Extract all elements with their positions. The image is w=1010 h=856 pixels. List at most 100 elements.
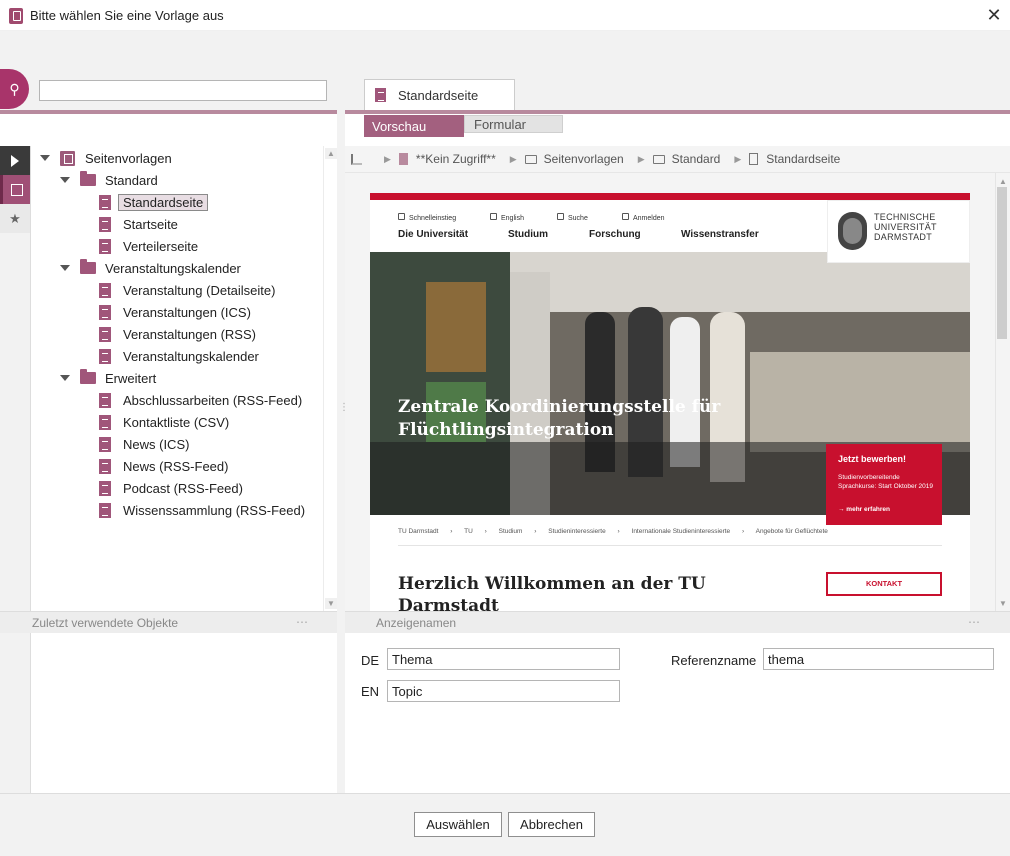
scroll-down-icon[interactable]: ▼: [997, 598, 1009, 609]
tree-item-verteilerseite[interactable]: Verteilerseite: [99, 236, 198, 256]
site-crumb[interactable]: Studieninteressierte: [548, 528, 605, 535]
app-icon: [9, 8, 23, 24]
select-button[interactable]: Auswählen: [414, 812, 502, 837]
apply-teaser[interactable]: Jetzt bewerben! Studienvorbereitende Spr…: [826, 444, 942, 525]
breadcrumb-separator: ▶: [509, 153, 517, 164]
scroll-down-icon[interactable]: ▼: [325, 598, 337, 609]
tree-item-news-rss[interactable]: News (RSS-Feed): [99, 456, 228, 476]
page-template-icon: [99, 348, 111, 364]
search-input[interactable]: [39, 80, 327, 101]
recent-objects-list: [30, 633, 337, 793]
tree-item-label: Verteilerseite: [123, 238, 199, 254]
page-template-icon: [99, 194, 111, 210]
expand-icon[interactable]: [60, 265, 70, 271]
breadcrumb-separator: ▶: [384, 153, 391, 164]
scroll-up-icon[interactable]: ▲: [997, 176, 1009, 187]
site-nav-item[interactable]: Wissenstransfer: [681, 229, 759, 240]
site-contact-button[interactable]: KONTAKT: [826, 572, 942, 596]
en-name-field[interactable]: [387, 680, 620, 702]
breadcrumb-item-standard[interactable]: Standard: [652, 152, 720, 166]
recent-objects-title: Zuletzt verwendete Objekte: [32, 616, 179, 630]
recent-objects-header: Zuletzt verwendete Objekte ⋯: [0, 611, 337, 633]
page-icon: [749, 153, 759, 165]
tree-item-label: Abschlussarbeiten (RSS-Feed): [123, 392, 303, 408]
site-nav-item[interactable]: Die Universität: [398, 229, 468, 240]
tree-folder-erweitert[interactable]: Erweitert: [60, 368, 156, 388]
reference-name-field[interactable]: [763, 648, 994, 670]
tree-item-startseite[interactable]: Startseite: [99, 214, 178, 234]
project-icon: [351, 153, 362, 165]
site-crumb[interactable]: TU Darmstadt: [398, 528, 438, 535]
expand-icon[interactable]: [40, 155, 50, 161]
tree-item-veranstaltungen-rss[interactable]: Veranstaltungen (RSS): [99, 324, 256, 344]
hero-binders: [426, 282, 486, 372]
tree-item-label: Kontaktliste (CSV): [123, 414, 230, 430]
page-template-icon: [99, 392, 111, 408]
de-name-field[interactable]: [387, 648, 620, 670]
tree-folder-standard[interactable]: Standard: [60, 170, 158, 190]
website-preview[interactable]: Schnelleinstieg English Suche Anmelden D…: [370, 193, 970, 611]
display-names-title: Anzeigenamen: [376, 616, 457, 630]
scroll-up-icon[interactable]: ▲: [325, 148, 337, 159]
tab-document-label: Standardseite: [398, 87, 479, 103]
site-util-link[interactable]: Suche: [557, 213, 588, 222]
site-nav-item[interactable]: Forschung: [589, 229, 641, 240]
site-crumb: Angebote für Geflüchtete: [755, 528, 828, 535]
teaser-link[interactable]: → mehr erfahren: [838, 506, 890, 513]
site-crumb[interactable]: Studium: [499, 528, 523, 535]
page-template-icon: [99, 216, 111, 232]
page-template-icon: [99, 414, 111, 430]
close-button[interactable]: ✕: [984, 5, 1004, 25]
site-welcome-heading: Herzlich Willkommen an der TU Darmstadt: [398, 574, 706, 611]
site-crumb[interactable]: Internationale Studieninteressierte: [632, 528, 731, 535]
preview-scroll-thumb[interactable]: [997, 187, 1007, 339]
folder-icon: [80, 171, 96, 186]
page-template-icon: [99, 282, 111, 298]
more-icon[interactable]: ⋯: [968, 615, 981, 629]
tree-item-kontaktliste[interactable]: Kontaktliste (CSV): [99, 412, 229, 432]
expand-icon[interactable]: [60, 177, 70, 183]
cancel-button[interactable]: Abbrechen: [508, 812, 595, 837]
site-util-link[interactable]: Anmelden: [622, 213, 665, 222]
tree-icon[interactable]: [0, 175, 30, 204]
site-top-bar: [370, 193, 970, 200]
side-rail: ★: [0, 146, 30, 611]
star-icon[interactable]: ★: [0, 204, 30, 233]
teaser-title: Jetzt bewerben!: [838, 454, 907, 464]
breadcrumb-home[interactable]: [351, 153, 370, 165]
site-crumb-sep: ›: [741, 528, 745, 535]
tab-form[interactable]: Formular: [464, 115, 563, 133]
tab-preview[interactable]: Vorschau: [364, 115, 464, 137]
tree-item-standardseite[interactable]: Standardseite: [99, 192, 209, 212]
breadcrumb-label: Standardseite: [766, 152, 841, 166]
tree-item-news-ics[interactable]: News (ICS): [99, 434, 189, 454]
play-icon[interactable]: [0, 146, 30, 175]
page-template-icon: [99, 458, 111, 474]
folder-label: Standard: [105, 172, 158, 188]
dialog-footer: [0, 793, 1010, 856]
tab-document[interactable]: Standardseite: [364, 79, 515, 110]
site-nav-item[interactable]: Studium: [508, 229, 548, 240]
breadcrumb-item-no-access[interactable]: **Kein Zugriff**: [398, 152, 496, 166]
tree-item-wissenssammlung[interactable]: Wissenssammlung (RSS-Feed): [99, 500, 305, 520]
breadcrumb-item-standardseite[interactable]: Standardseite: [749, 152, 840, 166]
tree-scrollbar[interactable]: ▲ ▼: [323, 146, 337, 611]
tu-logo[interactable]: TECHNISCHE UNIVERSITÄT DARMSTADT: [827, 200, 970, 263]
tree-folder-veranstaltungskalender[interactable]: Veranstaltungskalender: [60, 258, 241, 278]
site-util-link[interactable]: English: [490, 213, 524, 222]
tree-item-podcast[interactable]: Podcast (RSS-Feed): [99, 478, 243, 498]
expand-icon[interactable]: [60, 375, 70, 381]
site-crumb[interactable]: TU: [464, 528, 473, 535]
site-util-link[interactable]: Schnelleinstieg: [398, 213, 456, 222]
tree-item-veranstaltung-detailseite[interactable]: Veranstaltung (Detailseite): [99, 280, 275, 300]
tree-item-veranstaltungen-ics[interactable]: Veranstaltungen (ICS): [99, 302, 251, 322]
reference-name-label: Referenzname: [671, 653, 757, 668]
tree-item-label: Veranstaltungen (RSS): [123, 326, 256, 342]
tree-root[interactable]: Seitenvorlagen: [40, 148, 172, 168]
tree-item-veranstaltungskalender[interactable]: Veranstaltungskalender: [99, 346, 259, 366]
breadcrumb-item-seitenvorlagen[interactable]: Seitenvorlagen: [524, 152, 624, 166]
tree-item-abschlussarbeiten[interactable]: Abschlussarbeiten (RSS-Feed): [99, 390, 302, 410]
splitter-handle[interactable]: ⋮: [339, 402, 349, 418]
more-icon[interactable]: ⋯: [296, 615, 309, 629]
tree-root-label: Seitenvorlagen: [85, 150, 172, 166]
